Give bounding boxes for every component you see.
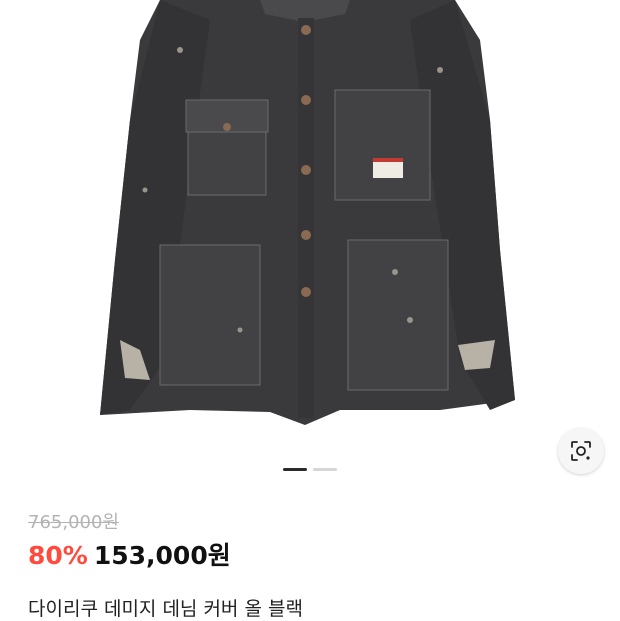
jacket-lower-pocket-right [347, 239, 449, 391]
product-title: 다이리쿠 데미지 데님 커버 올 블랙 [28, 598, 303, 620]
pager-dot[interactable] [313, 468, 337, 471]
jacket-lower-pocket-left [159, 244, 261, 386]
original-price: 765,000원 [28, 512, 119, 533]
jacket-pocket-button [223, 123, 231, 131]
jacket-chest-pocket-right [334, 89, 431, 201]
jacket-placket [298, 18, 314, 418]
jacket-button [301, 95, 311, 105]
jacket-button [301, 25, 311, 35]
pager-dot-active[interactable] [283, 468, 307, 471]
lens-search-icon [571, 441, 591, 461]
jacket-button [301, 165, 311, 175]
jacket-button [301, 230, 311, 240]
image-pager [0, 468, 620, 472]
price-row: 80% 153,000원 [28, 536, 231, 572]
jacket-button [301, 287, 311, 297]
product-image[interactable] [0, 0, 620, 440]
discount-rate: 80% [28, 541, 88, 570]
sale-price: 153,000원 [93, 541, 231, 570]
product-image-gallery[interactable] [0, 0, 620, 490]
